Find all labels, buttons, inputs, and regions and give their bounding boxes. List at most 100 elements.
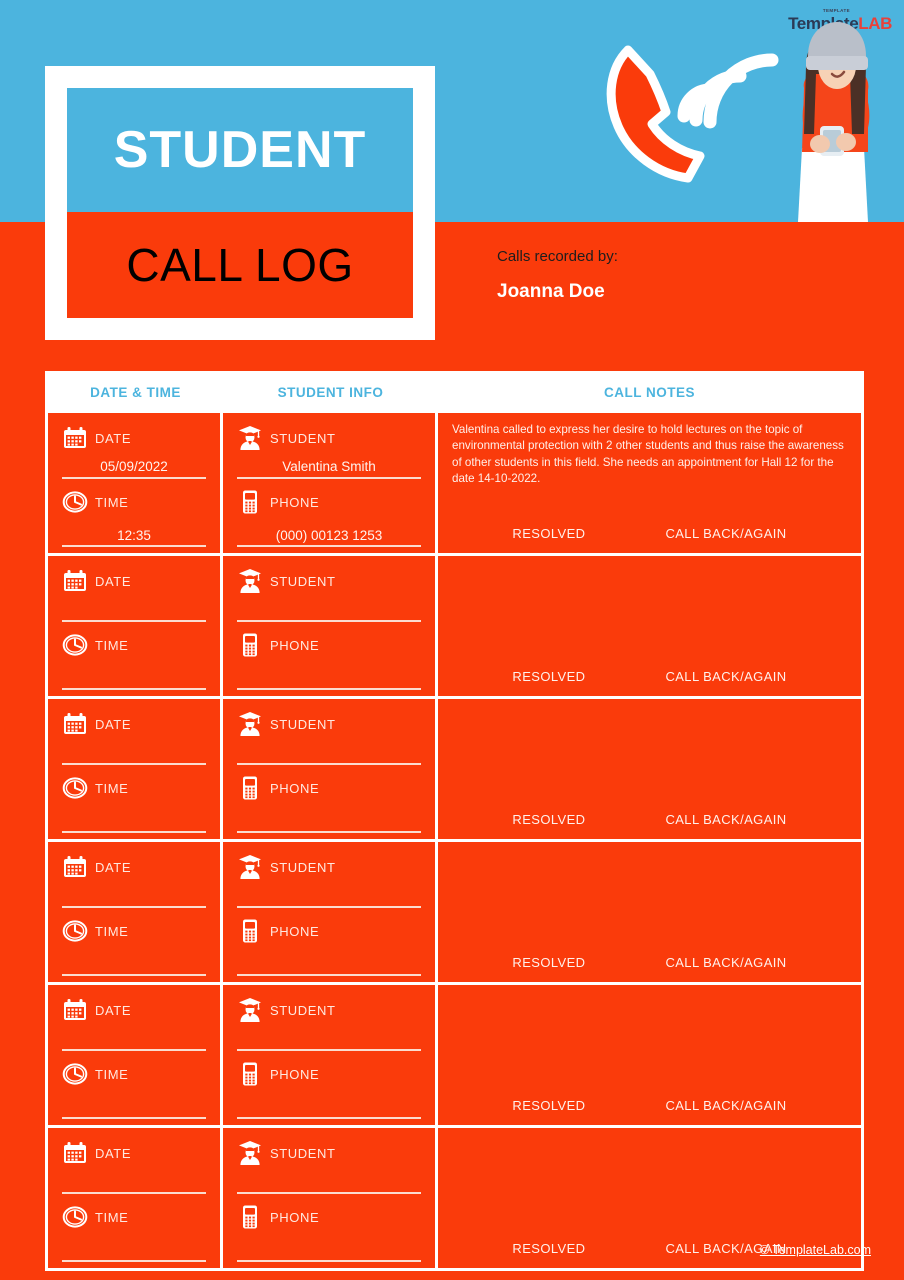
label-date: DATE [95,573,132,589]
cell-date-time: DATE 05/09/2022 TIME 12:35 [48,413,223,553]
value-student[interactable] [237,598,421,622]
cell-date-time: DATE TIME [48,699,223,839]
value-phone[interactable] [237,805,421,833]
student-icon [237,997,263,1023]
field-time-head: TIME [62,773,206,803]
clock-icon [62,775,88,801]
value-student[interactable]: Valentina Smith [237,455,421,479]
status-resolved[interactable]: RESOLVED [512,526,585,541]
call-status-options: RESOLVED CALL BACK/AGAIN [452,1098,847,1117]
field-time-head: TIME [62,630,206,660]
value-time[interactable] [62,948,206,976]
status-call-back[interactable]: CALL BACK/AGAIN [665,669,786,684]
status-call-back[interactable]: CALL BACK/AGAIN [665,526,786,541]
recorded-by-block: Calls recorded by: Joanna Doe [497,248,618,303]
call-log-table: DATE & TIME STUDENT INFO CALL NOTES DATE… [45,371,864,1271]
calendar-icon [62,425,88,451]
value-phone[interactable]: (000) 00123 1253 [237,519,421,547]
field-time: TIME 12:35 [48,487,220,547]
value-call-notes[interactable] [452,708,847,812]
student-icon [237,425,263,451]
label-student: STUDENT [270,430,336,446]
clock-icon [62,489,88,515]
title-card: STUDENT CALL LOG [45,66,435,340]
cell-call-notes: RESOLVED CALL BACK/AGAIN [438,699,861,839]
mobile-phone-icon [237,775,263,801]
value-phone[interactable] [237,1234,421,1262]
field-phone: PHONE [223,1059,435,1119]
value-date[interactable] [62,1170,206,1194]
value-time[interactable] [62,1091,206,1119]
value-student[interactable] [237,741,421,765]
value-student[interactable] [237,1027,421,1051]
field-time-head: TIME [62,1202,206,1232]
label-phone: PHONE [270,923,320,939]
status-resolved[interactable]: RESOLVED [512,669,585,684]
value-date[interactable] [62,598,206,622]
status-call-back[interactable]: CALL BACK/AGAIN [665,1098,786,1113]
value-student[interactable] [237,1170,421,1194]
templatelab-link[interactable]: © TemplateLab.com [760,1243,871,1257]
calendar-icon [62,711,88,737]
value-call-notes[interactable] [452,994,847,1098]
table-row: DATE TIME STUDENT PHONE RESOLVED CALL BACK… [48,696,861,839]
label-date: DATE [95,716,132,732]
field-date: DATE [48,995,220,1051]
page-title-line2: CALL LOG [126,239,354,291]
field-date-head: DATE [62,852,206,882]
value-call-notes[interactable]: Valentina called to express her desire t… [452,422,847,526]
mobile-phone-icon [237,1204,263,1230]
status-resolved[interactable]: RESOLVED [512,955,585,970]
label-time: TIME [95,780,129,796]
cell-date-time: DATE TIME [48,1128,223,1268]
value-call-notes[interactable] [452,565,847,669]
value-call-notes[interactable] [452,1137,847,1241]
calendar-icon [62,1140,88,1166]
phone-ringing-illustration [592,28,782,198]
field-phone-head: PHONE [237,630,421,660]
label-date: DATE [95,430,132,446]
value-date[interactable] [62,1027,206,1051]
mobile-phone-icon [237,632,263,658]
cell-call-notes: RESOLVED CALL BACK/AGAIN [438,985,861,1125]
table-row: DATE 05/09/2022 TIME 12:35 STUDENT Valentin… [48,410,861,553]
recorded-by-label: Calls recorded by: [497,248,618,265]
field-date: DATE [48,566,220,622]
value-date[interactable]: 05/09/2022 [62,455,206,479]
call-status-options: RESOLVED CALL BACK/AGAIN [452,812,847,831]
status-resolved[interactable]: RESOLVED [512,812,585,827]
value-time[interactable] [62,1234,206,1262]
value-phone[interactable] [237,948,421,976]
value-phone[interactable] [237,1091,421,1119]
column-header-date-time: DATE & TIME [90,384,181,400]
label-student: STUDENT [270,1145,336,1161]
status-call-back[interactable]: CALL BACK/AGAIN [665,812,786,827]
signal-waves-icon [677,53,779,129]
status-resolved[interactable]: RESOLVED [512,1241,585,1256]
call-status-options: RESOLVED CALL BACK/AGAIN [452,526,847,545]
calendar-icon [62,568,88,594]
value-date[interactable] [62,884,206,908]
table-row: DATE TIME STUDENT PHONE RESOLVED CALL BACK… [48,839,861,982]
label-time: TIME [95,637,129,653]
field-phone-head: PHONE [237,1202,421,1232]
cell-call-notes: RESOLVED CALL BACK/AGAIN [438,842,861,982]
mobile-phone-icon [237,1061,263,1087]
label-phone: PHONE [270,1066,320,1082]
field-date-head: DATE [62,423,206,453]
page-title-line1: STUDENT [113,121,367,179]
value-time[interactable]: 12:35 [62,519,206,547]
value-date[interactable] [62,741,206,765]
label-student: STUDENT [270,716,336,732]
field-phone: PHONE [223,1202,435,1262]
field-student-head: STUDENT [237,1138,421,1168]
cell-student-info: STUDENT PHONE [223,985,438,1125]
value-student[interactable] [237,884,421,908]
status-call-back[interactable]: CALL BACK/AGAIN [665,955,786,970]
value-time[interactable] [62,805,206,833]
recorded-by-name: Joanna Doe [497,281,605,302]
value-time[interactable] [62,662,206,690]
status-resolved[interactable]: RESOLVED [512,1098,585,1113]
value-phone[interactable] [237,662,421,690]
value-call-notes[interactable] [452,851,847,955]
